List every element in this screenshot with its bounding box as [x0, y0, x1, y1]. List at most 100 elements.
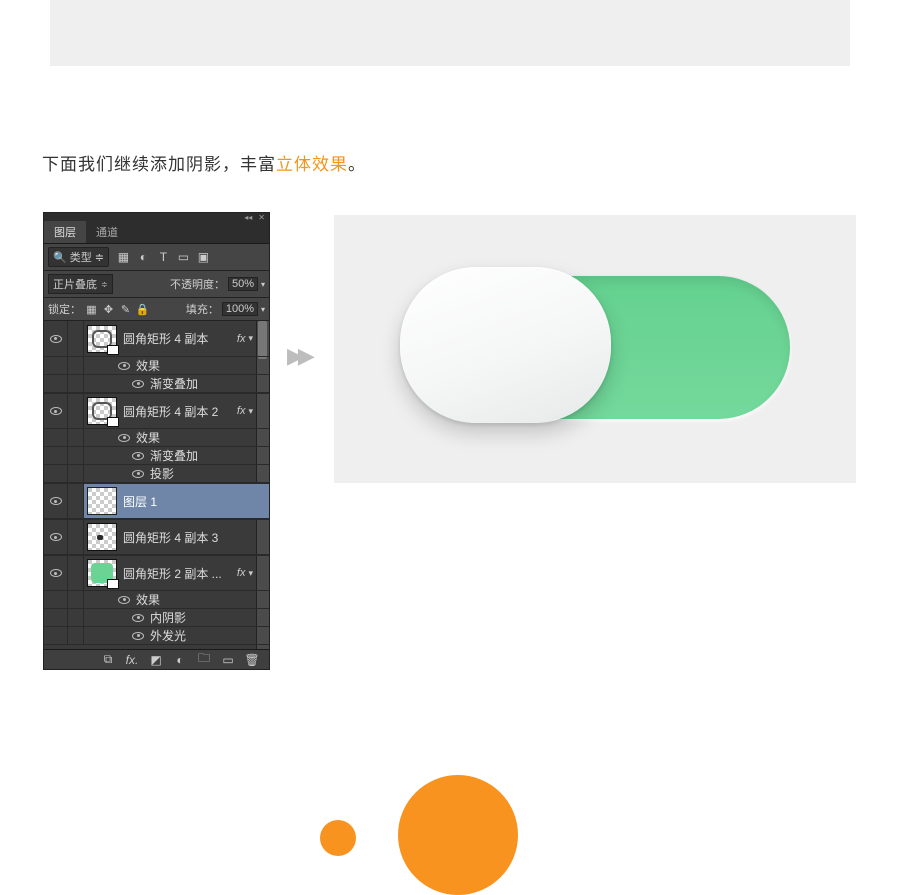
- filter-smart-icon[interactable]: ▣: [197, 251, 210, 264]
- fill-control: 填充： 100% ▾: [186, 301, 265, 317]
- layer-effect-row[interactable]: 渐变叠加: [44, 375, 269, 393]
- link-col: [68, 520, 84, 554]
- lock-icons: ▦ ✥ ✎ 🔒: [85, 303, 149, 316]
- eye-icon: [50, 335, 62, 343]
- adjustment-icon[interactable]: ◐: [173, 653, 187, 667]
- eye-icon: [50, 569, 62, 577]
- link-col: [68, 321, 84, 356]
- visibility-col: [44, 465, 68, 482]
- filter-type-icon[interactable]: T: [157, 251, 170, 264]
- layer-thumb[interactable]: [87, 559, 117, 587]
- filter-adjust-icon[interactable]: ◐: [137, 251, 150, 264]
- tab-channels[interactable]: 通道: [86, 221, 128, 243]
- fill-label: 填充：: [186, 301, 219, 317]
- filter-icons: ▦ ◐ T ▭ ▣: [117, 251, 210, 264]
- layer-row[interactable]: 图层 1: [44, 483, 269, 519]
- group-icon[interactable]: 🗀: [197, 653, 211, 667]
- arrow-right-icon: ▶▶: [287, 343, 309, 369]
- link-col: [68, 465, 84, 482]
- effects-heading: 效果: [118, 429, 160, 446]
- layer-name: 圆角矩形 4 副本: [123, 330, 237, 347]
- decoration-orange-small: [320, 820, 356, 856]
- blend-mode-value: 正片叠底: [53, 276, 97, 292]
- new-layer-icon[interactable]: ▭: [221, 653, 235, 667]
- eye-icon[interactable]: [132, 380, 144, 388]
- layer-effect-row[interactable]: 渐变叠加: [44, 447, 269, 465]
- instruction-text: 下面我们继续添加阴影，丰富立体效果。: [42, 150, 366, 175]
- layer-name: 圆角矩形 4 副本 2: [123, 403, 237, 420]
- layer-thumb[interactable]: [87, 325, 117, 353]
- layer-effect-row[interactable]: 投影: [44, 465, 269, 483]
- tab-layers[interactable]: 图层: [44, 221, 86, 243]
- link-col: [68, 357, 84, 374]
- visibility-col: [44, 447, 68, 464]
- opacity-value[interactable]: 50%: [228, 277, 258, 291]
- switch-knob: [400, 267, 611, 423]
- panel-tabs: 图层 通道: [44, 221, 269, 244]
- visibility-toggle[interactable]: [44, 520, 68, 554]
- trash-icon[interactable]: 🗑: [245, 653, 259, 667]
- eye-icon: [50, 407, 62, 415]
- opacity-control: 不透明度： 50% ▾: [170, 276, 265, 292]
- layer-effect-row[interactable]: 效果: [44, 429, 269, 447]
- lock-pixel-icon[interactable]: ▦: [85, 303, 98, 316]
- mask-icon[interactable]: ◩: [149, 653, 163, 667]
- layer-effect-row[interactable]: 效果: [44, 591, 269, 609]
- effect-item: 内阴影: [132, 609, 186, 626]
- filter-image-icon[interactable]: ▦: [117, 251, 130, 264]
- eye-icon: [50, 533, 62, 541]
- lock-all-icon[interactable]: 🔒: [136, 303, 149, 316]
- chevron-down-icon[interactable]: ▾: [261, 280, 265, 289]
- eye-icon[interactable]: [132, 470, 144, 478]
- eye-icon[interactable]: [118, 596, 130, 604]
- visibility-col: [44, 591, 68, 608]
- layer-thumb[interactable]: [87, 523, 117, 551]
- lock-position-icon[interactable]: ✎: [119, 303, 132, 316]
- link-col: [68, 609, 84, 626]
- layer-fx-indicator[interactable]: fx▾: [237, 567, 255, 579]
- search-icon: 🔍: [53, 251, 67, 264]
- layer-thumb[interactable]: [87, 397, 117, 425]
- visibility-col: [44, 627, 68, 644]
- chevron-down-icon: ≑: [95, 251, 104, 264]
- fx-menu-icon[interactable]: fx.: [125, 653, 139, 667]
- eye-icon[interactable]: [132, 632, 144, 640]
- lock-move-icon[interactable]: ✥: [102, 303, 115, 316]
- effect-item: 外发光: [132, 627, 186, 644]
- link-col: [68, 375, 84, 392]
- effect-item: 渐变叠加: [132, 447, 198, 464]
- eye-icon[interactable]: [132, 614, 144, 622]
- chevron-down-icon[interactable]: ▾: [261, 305, 265, 314]
- visibility-toggle[interactable]: [44, 394, 68, 428]
- layer-row[interactable]: 圆角矩形 2 副本 ... fx▾: [44, 555, 269, 591]
- eye-icon[interactable]: [118, 362, 130, 370]
- link-col: [68, 556, 84, 590]
- link-layers-icon[interactable]: ⧉: [101, 653, 115, 667]
- effect-item: 渐变叠加: [132, 375, 198, 392]
- filter-shape-icon[interactable]: ▭: [177, 251, 190, 264]
- effects-heading: 效果: [118, 357, 160, 374]
- visibility-toggle[interactable]: [44, 321, 68, 356]
- layer-fx-indicator[interactable]: fx▾: [237, 333, 255, 345]
- filter-kind-dropdown[interactable]: 🔍 类型 ≑: [48, 247, 109, 267]
- fill-value[interactable]: 100%: [222, 302, 258, 316]
- instruction-text-accent: 立体效果: [276, 155, 348, 174]
- visibility-toggle[interactable]: [44, 484, 68, 518]
- eye-icon[interactable]: [132, 452, 144, 460]
- eye-icon[interactable]: [118, 434, 130, 442]
- visibility-toggle[interactable]: [44, 556, 68, 590]
- layer-thumb[interactable]: [87, 487, 117, 515]
- layer-row[interactable]: 圆角矩形 4 副本 fx▾: [44, 321, 269, 357]
- layer-row[interactable]: 圆角矩形 4 副本 3: [44, 519, 269, 555]
- link-col: [68, 591, 84, 608]
- layers-panel: ◂◂ ✕ 图层 通道 🔍 类型 ≑ ▦ ◐ T ▭ ▣ 正片叠底 ≑ 不透明度：…: [43, 212, 270, 670]
- layer-row[interactable]: 圆角矩形 4 副本 2 fx▾: [44, 393, 269, 429]
- blend-mode-dropdown[interactable]: 正片叠底 ≑: [48, 274, 113, 294]
- layer-fx-indicator[interactable]: fx▾: [237, 405, 255, 417]
- eye-icon: [50, 497, 62, 505]
- link-col: [68, 484, 84, 518]
- instruction-text-part1: 下面我们继续添加阴影，丰富: [42, 155, 276, 174]
- layer-effect-row[interactable]: 内阴影: [44, 609, 269, 627]
- layer-effect-row[interactable]: 效果: [44, 357, 269, 375]
- layer-effect-row[interactable]: 外发光: [44, 627, 269, 645]
